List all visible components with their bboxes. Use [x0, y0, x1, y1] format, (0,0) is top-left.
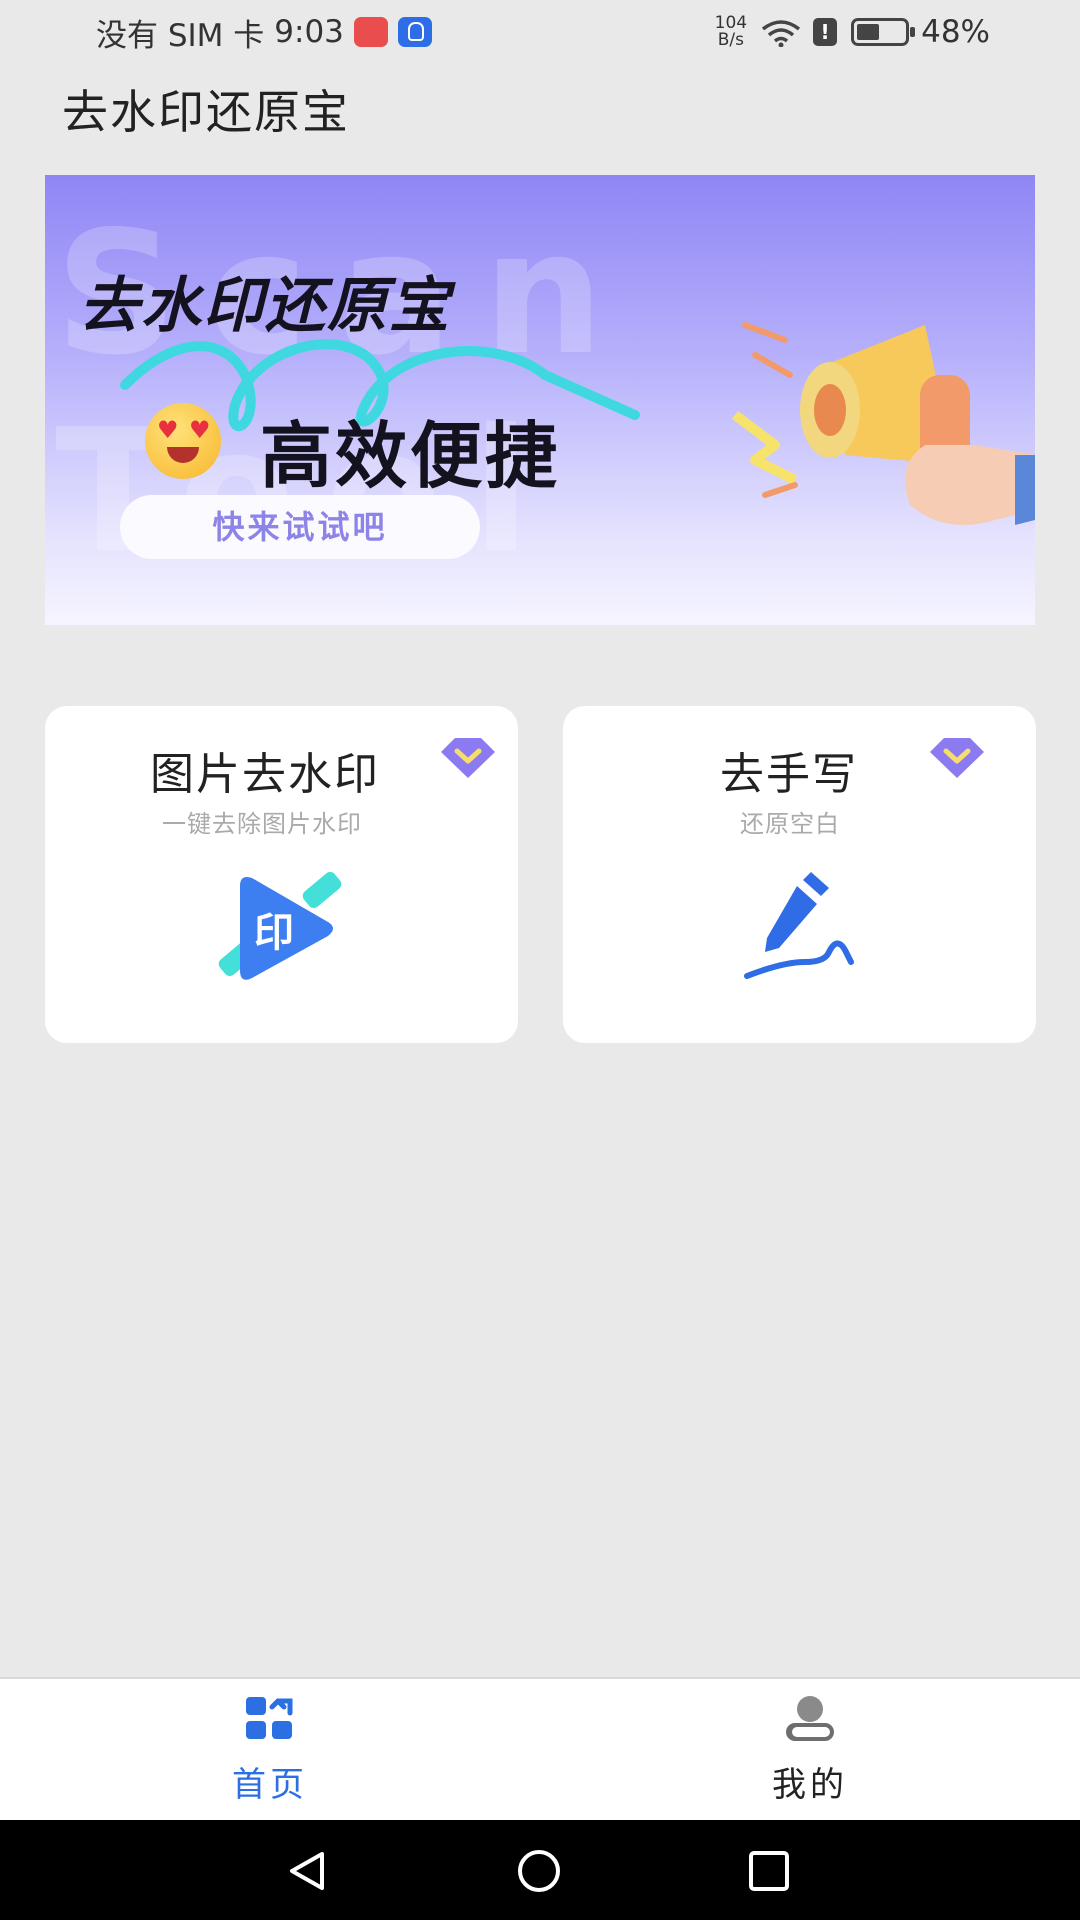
feature-card-remove-handwriting[interactable]: 去手写 还原空白 — [563, 706, 1036, 1043]
home-grid-icon — [246, 1697, 293, 1739]
tab-mine-label: 我的 — [772, 1765, 848, 1805]
carrier-text: 没有 SIM 卡 — [96, 17, 265, 54]
feature-title: 去手写 — [720, 749, 858, 800]
status-left: 没有 SIM 卡 9:03 — [96, 12, 432, 54]
app-screen: 没有 SIM 卡 9:03 104 B/s ! 48% 去水印还原宝 Scan … — [0, 0, 1080, 1920]
huawei-app-icon — [353, 17, 388, 47]
status-right: 104 B/s ! 48% — [715, 12, 990, 52]
status-bar: 没有 SIM 卡 9:03 104 B/s ! 48% — [0, 0, 1080, 64]
back-icon[interactable] — [286, 1848, 332, 1894]
alert-icon: ! — [813, 18, 838, 46]
page-title: 去水印还原宝 — [62, 85, 350, 139]
network-speed: 104 B/s — [715, 15, 747, 49]
battery-percent: 48% — [921, 14, 990, 50]
recent-apps-icon[interactable] — [746, 1848, 792, 1894]
heart-eyes-emoji-icon: ♥ ♥ — [145, 403, 221, 479]
promo-banner[interactable]: Scan Tool 去水印还原宝 ♥ ♥ 高效便捷 快来试试吧 — [45, 175, 1035, 625]
svg-text:印: 印 — [254, 910, 294, 956]
vip-icon — [441, 738, 495, 778]
banner-subheadline: 高效便捷 — [260, 414, 561, 498]
watermark-icon: 印 — [218, 871, 342, 980]
battery-icon — [851, 18, 916, 46]
tab-home[interactable]: 首页 — [0, 1679, 540, 1820]
pen-icon — [744, 872, 854, 979]
feature-subtitle: 还原空白 — [740, 810, 840, 838]
feature-subtitle: 一键去除图片水印 — [162, 810, 362, 838]
try-now-button[interactable]: 快来试试吧 — [120, 495, 480, 559]
clock: 9:03 — [274, 14, 344, 50]
feature-title: 图片去水印 — [150, 749, 380, 800]
bottom-tab-bar: 首页 我的 — [0, 1677, 1080, 1820]
home-circle-icon[interactable] — [516, 1848, 562, 1894]
wifi-icon — [762, 20, 801, 47]
speed-unit: B/s — [717, 30, 744, 50]
bulb-app-icon — [397, 17, 432, 47]
system-nav-bar — [0, 1820, 1080, 1920]
vip-icon — [930, 738, 984, 778]
profile-icon — [786, 1696, 834, 1741]
feature-card-remove-watermark[interactable]: 图片去水印 一键去除图片水印 印 — [45, 706, 518, 1043]
tab-mine[interactable]: 我的 — [540, 1679, 1080, 1820]
banner-headline: 去水印还原宝 — [79, 271, 451, 341]
tab-home-label: 首页 — [232, 1765, 308, 1805]
megaphone-icon — [732, 322, 1035, 525]
